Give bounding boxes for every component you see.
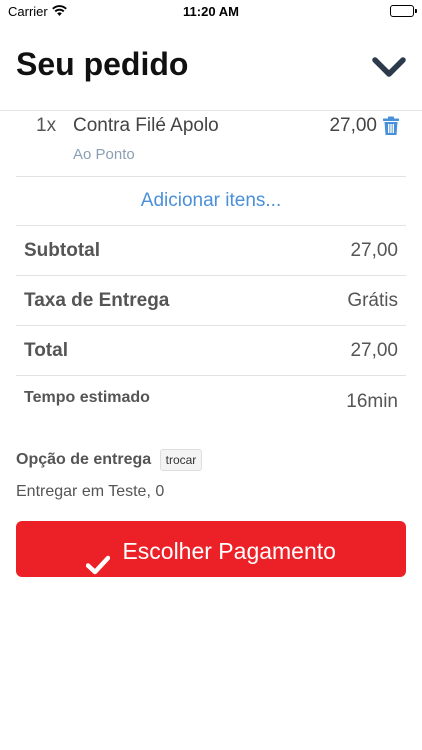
delivery-fee-label: Taxa de Entrega: [24, 290, 170, 311]
subtotal-value: 27,00: [350, 240, 398, 261]
total-label: Total: [24, 340, 68, 361]
delivery-option-label: Opção de entrega: [16, 451, 152, 468]
total-value: 27,00: [350, 340, 398, 361]
estimated-time-row: Tempo estimado 16min: [16, 375, 406, 423]
status-time: 11:20 AM: [183, 4, 239, 19]
swap-delivery-button[interactable]: trocar: [159, 449, 203, 471]
check-icon: [85, 539, 111, 575]
subtotal-label: Subtotal: [24, 240, 100, 261]
page-title: Seu pedido: [16, 46, 189, 82]
estimated-time-value: 16min: [346, 391, 398, 412]
choose-payment-label: Escolher Pagamento: [122, 537, 336, 564]
delivery-fee-row: Taxa de Entrega Grátis: [16, 276, 406, 326]
chevron-down-icon[interactable]: [372, 56, 406, 80]
item-name: Contra Filé Apolo: [73, 115, 219, 136]
status-bar: Carrier 11:20 AM: [0, 0, 422, 24]
item-price: 27,00: [329, 115, 377, 136]
total-row: Total 27,00: [16, 326, 406, 376]
battery-icon: [390, 5, 417, 17]
header: Seu pedido: [16, 38, 406, 98]
estimated-time-label: Tempo estimado: [24, 389, 150, 406]
choose-payment-button[interactable]: Escolher Pagamento: [16, 521, 406, 577]
item-quantity: 1x: [36, 115, 57, 136]
subtotal-row: Subtotal 27,00: [16, 226, 406, 276]
trash-icon[interactable]: [382, 116, 400, 136]
delivery-fee-value: Grátis: [347, 290, 398, 311]
item-option: Ao Ponto: [73, 146, 135, 163]
order-item: 1x Contra Filé Apolo Ao Ponto 27,00: [16, 111, 406, 177]
delivery-option-section: Opção de entrega trocar Entregar em Test…: [16, 449, 406, 501]
delivery-address: Entregar em Teste, 0: [16, 483, 165, 500]
add-items-link[interactable]: Adicionar itens...: [16, 177, 406, 226]
